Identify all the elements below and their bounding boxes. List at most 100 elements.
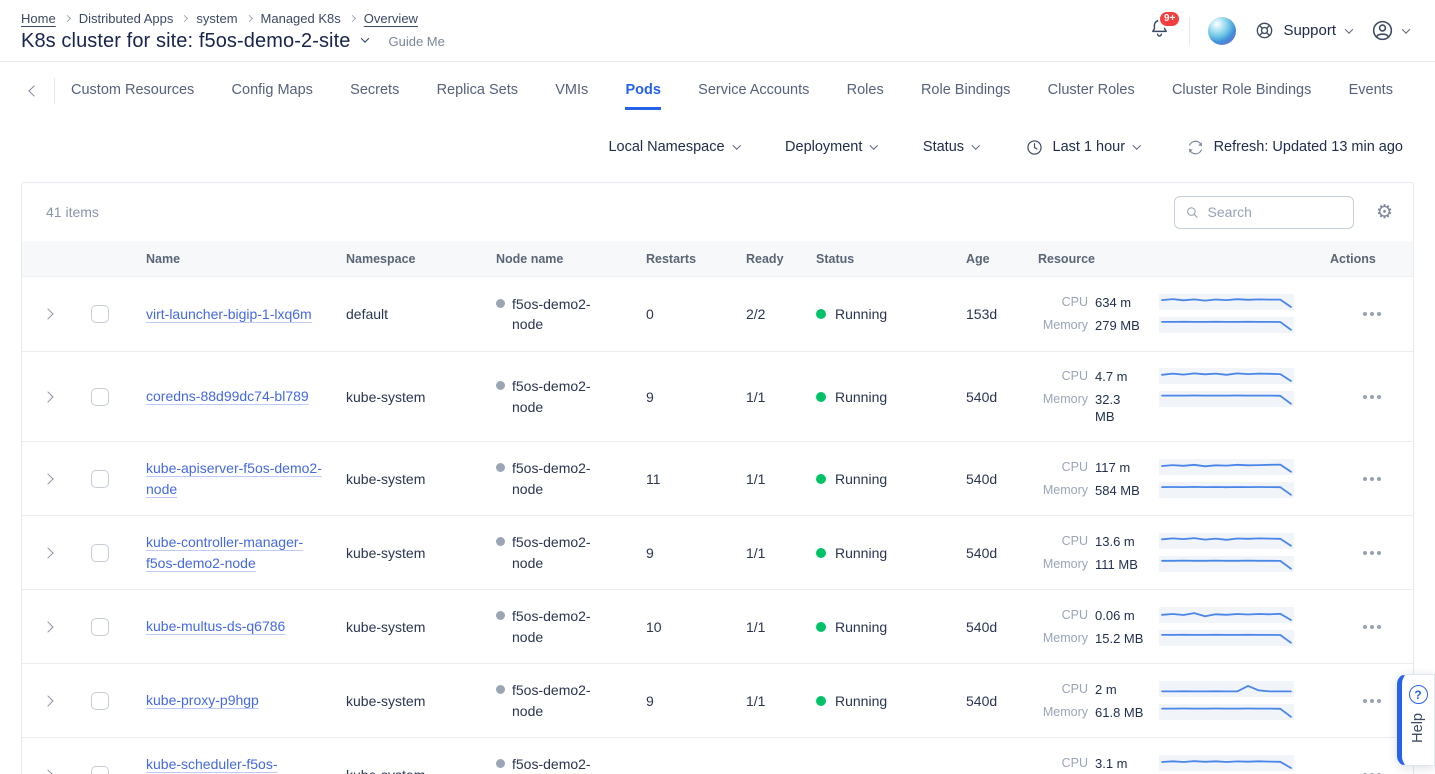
breadcrumb-managed-k8s[interactable]: Managed K8s <box>261 11 341 26</box>
guide-me-link[interactable]: Guide Me <box>388 34 444 49</box>
clock-icon <box>1025 138 1044 157</box>
age-cell: 153d <box>946 306 1018 322</box>
breadcrumb-overview[interactable]: Overview <box>364 11 418 26</box>
restarts-cell: 10 <box>626 619 726 635</box>
cpu-label: CPU <box>1038 459 1088 476</box>
cpu-label: CPU <box>1038 681 1088 698</box>
expand-chevron-icon[interactable] <box>42 391 53 402</box>
tab-cluster-roles[interactable]: Cluster Roles <box>1048 72 1135 110</box>
status-cell: Running <box>796 545 946 561</box>
row-checkbox[interactable] <box>91 766 109 774</box>
notification-badge: 9+ <box>1158 10 1181 28</box>
search-input[interactable] <box>1208 204 1343 220</box>
row-checkbox[interactable] <box>91 305 109 323</box>
header-status: Status <box>796 252 946 266</box>
expand-chevron-icon[interactable] <box>42 547 53 558</box>
pod-name-link[interactable]: virt-launcher-bigip-1-lxq6m <box>146 304 312 324</box>
status-cell: Running <box>796 619 946 635</box>
tab-replica-sets[interactable]: Replica Sets <box>437 72 518 110</box>
more-actions-button[interactable] <box>1361 471 1383 487</box>
pod-name-link[interactable]: kube-scheduler-f5os-demo2-node <box>146 754 324 774</box>
memory-sparkline <box>1159 391 1294 407</box>
tabs-scroll-back-button[interactable] <box>24 83 44 99</box>
tab-role-bindings[interactable]: Role Bindings <box>921 72 1010 110</box>
namespace-cell: kube-system <box>326 389 476 405</box>
tab-pods[interactable]: Pods <box>625 72 660 110</box>
row-checkbox[interactable] <box>91 544 109 562</box>
tab-roles[interactable]: Roles <box>847 72 884 110</box>
memory-value: 61.8 MB <box>1095 704 1143 721</box>
chevron-down-icon <box>1133 142 1141 150</box>
ai-assistant-icon[interactable] <box>1208 17 1236 45</box>
refresh-button[interactable]: Refresh: Updated 13 min ago <box>1186 138 1403 157</box>
cpu-value: 0.06 m <box>1095 607 1135 624</box>
support-menu[interactable]: Support <box>1254 20 1352 41</box>
help-label: Help <box>1410 713 1426 743</box>
row-checkbox[interactable] <box>91 692 109 710</box>
pod-name-link[interactable]: kube-multus-ds-q6786 <box>146 616 285 636</box>
user-menu[interactable] <box>1370 18 1409 43</box>
node-name-text: f5os-demo2-node <box>512 532 620 573</box>
deployment-filter-dropdown[interactable]: Deployment <box>785 139 877 155</box>
user-icon <box>1370 18 1395 43</box>
header-name: Name <box>126 252 326 266</box>
more-actions-button[interactable] <box>1361 619 1383 635</box>
notifications-button[interactable]: 9+ <box>1148 17 1171 45</box>
expand-chevron-icon[interactable] <box>42 769 53 774</box>
help-tab[interactable]: ? Help <box>1397 674 1435 766</box>
row-checkbox[interactable] <box>91 618 109 636</box>
table-row: kube-controller-manager-f5os-demo2-node … <box>22 515 1413 589</box>
pods-table-card: 41 items ⚙ Name Namespace Node name Rest… <box>21 182 1414 774</box>
status-text: Running <box>835 306 887 322</box>
restarts-cell: 9 <box>626 693 726 709</box>
more-actions-button[interactable] <box>1361 693 1383 709</box>
expand-chevron-icon[interactable] <box>42 621 53 632</box>
table-settings-gear-icon[interactable]: ⚙ <box>1376 203 1393 222</box>
resource-cell: CPU 634 m Memory 279 MB <box>1018 294 1310 334</box>
table-row: kube-apiserver-f5os-demo2-node kube-syst… <box>22 441 1413 515</box>
tab-secrets[interactable]: Secrets <box>350 72 399 110</box>
cpu-value: 3.1 m <box>1095 755 1128 772</box>
pod-name-link[interactable]: kube-proxy-p9hgp <box>146 690 259 710</box>
row-checkbox[interactable] <box>91 388 109 406</box>
more-actions-button[interactable] <box>1361 389 1383 405</box>
status-cell: Running <box>796 471 946 487</box>
tab-custom-resources[interactable]: Custom Resources <box>71 72 194 110</box>
search-box[interactable] <box>1174 196 1354 229</box>
more-actions-button[interactable] <box>1361 306 1383 322</box>
cpu-label: CPU <box>1038 533 1088 550</box>
status-filter-dropdown[interactable]: Status <box>923 139 979 155</box>
tab-config-maps[interactable]: Config Maps <box>232 72 313 110</box>
tab-vmis[interactable]: VMIs <box>555 72 588 110</box>
breadcrumb-distributed-apps[interactable]: Distributed Apps <box>79 11 174 26</box>
more-actions-button[interactable] <box>1361 767 1383 774</box>
expand-chevron-icon[interactable] <box>42 308 53 319</box>
cpu-value: 13.6 m <box>1095 533 1135 550</box>
breadcrumb-home[interactable]: Home <box>21 11 56 26</box>
pod-name-link[interactable]: kube-controller-manager-f5os-demo2-node <box>146 532 324 573</box>
namespace-filter-dropdown[interactable]: Local Namespace <box>608 139 739 155</box>
node-name-cell: f5os-demo2-node <box>476 680 626 721</box>
node-name-text: f5os-demo2-node <box>512 680 620 721</box>
time-range-dropdown[interactable]: Last 1 hour <box>1025 138 1140 157</box>
title-chevron-down-icon[interactable] <box>361 34 369 42</box>
pod-name-link[interactable]: kube-apiserver-f5os-demo2-node <box>146 458 324 499</box>
header-namespace: Namespace <box>326 252 476 266</box>
cpu-value: 4.7 m <box>1095 368 1128 385</box>
more-actions-button[interactable] <box>1361 545 1383 561</box>
tab-events[interactable]: Events <box>1349 72 1393 110</box>
tab-cluster-role-bindings[interactable]: Cluster Role Bindings <box>1172 72 1311 110</box>
breadcrumb-system[interactable]: system <box>196 11 237 26</box>
age-cell: 540d <box>946 545 1018 561</box>
memory-label: Memory <box>1038 556 1088 573</box>
pod-name-link[interactable]: coredns-88d99dc74-bl789 <box>146 386 309 406</box>
row-checkbox[interactable] <box>91 470 109 488</box>
expand-chevron-icon[interactable] <box>42 695 53 706</box>
expand-chevron-icon[interactable] <box>42 473 53 484</box>
memory-value: 584 MB <box>1095 482 1140 499</box>
tab-service-accounts[interactable]: Service Accounts <box>698 72 809 110</box>
status-text: Running <box>835 471 887 487</box>
header-age: Age <box>946 252 1018 266</box>
status-dot-icon <box>816 392 826 402</box>
cpu-sparkline <box>1159 755 1294 771</box>
